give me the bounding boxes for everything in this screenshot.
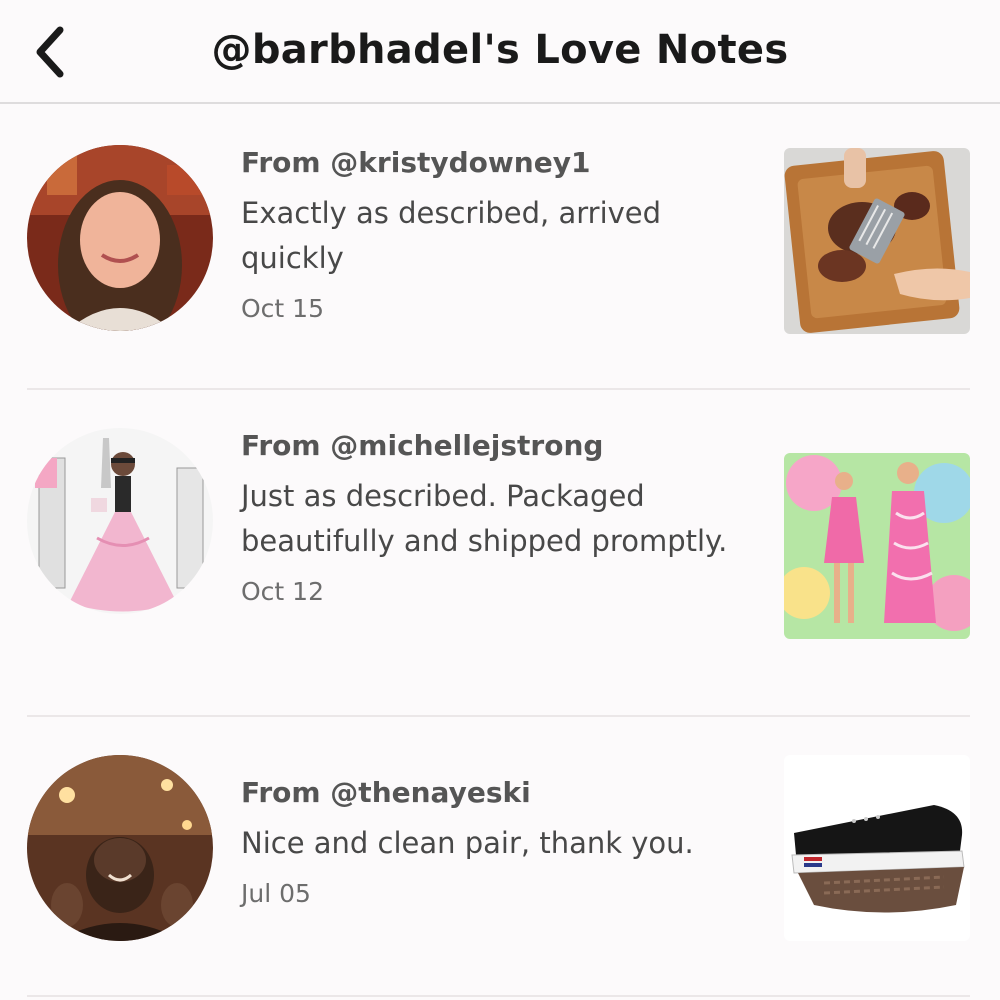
page-title: @barbhadel's Love Notes <box>211 27 789 73</box>
note-message: Just as described. Packaged beautifully … <box>241 479 728 558</box>
note-message: Exactly as described, arrived quickly <box>241 196 662 275</box>
avatar[interactable] <box>27 755 213 941</box>
note-text: From @kristydowney1 Exactly as described… <box>241 145 741 325</box>
avatar[interactable] <box>27 145 213 331</box>
note-author-link[interactable]: From @kristydowney1 <box>241 145 741 181</box>
note-date: Oct 12 <box>241 577 324 606</box>
avatar[interactable] <box>27 428 213 614</box>
note-text: From @thenayeski Nice and clean pair, th… <box>241 775 741 910</box>
listing-thumbnail[interactable] <box>784 453 970 639</box>
back-button[interactable] <box>30 22 74 82</box>
note-date: Jul 05 <box>241 879 311 908</box>
note-text: From @michellejstrong Just as described.… <box>241 428 741 608</box>
chevron-left-icon <box>36 26 64 78</box>
listing-thumbnail[interactable] <box>784 148 970 334</box>
divider <box>27 995 970 997</box>
listing-thumbnail[interactable] <box>784 755 970 941</box>
note-message: Nice and clean pair, thank you. <box>241 826 694 860</box>
note-author-link[interactable]: From @michellejstrong <box>241 428 741 464</box>
note-author-link[interactable]: From @thenayeski <box>241 775 741 811</box>
top-bar: @barbhadel's Love Notes <box>0 0 1000 104</box>
note-date: Oct 15 <box>241 294 324 323</box>
divider <box>27 715 970 717</box>
divider <box>27 388 970 390</box>
